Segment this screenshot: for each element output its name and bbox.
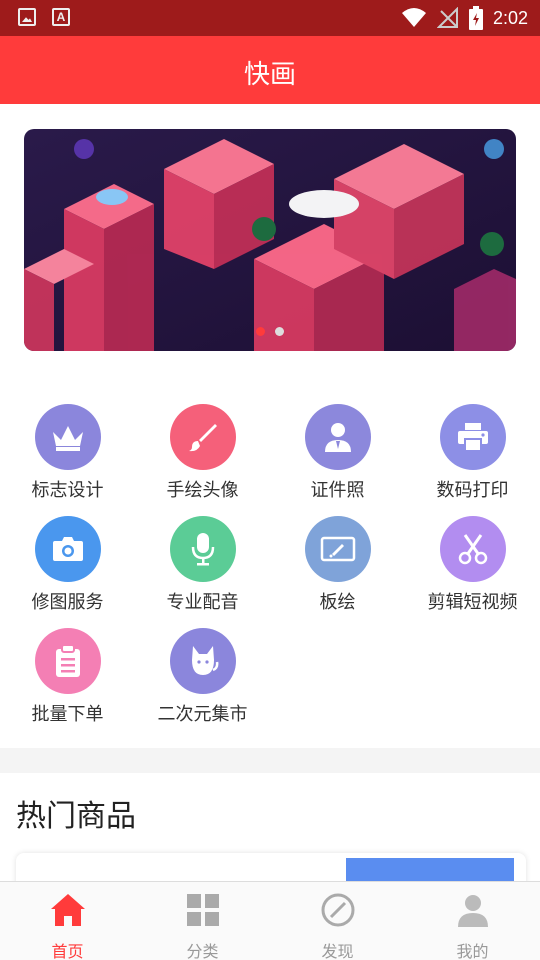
- service-voice-over[interactable]: 专业配音: [135, 516, 270, 626]
- hot-products-section: 热门商品: [0, 773, 540, 893]
- scissors-icon: [458, 534, 487, 565]
- brush-icon: [188, 424, 217, 452]
- nav-label: 首页: [51, 942, 84, 960]
- nav-mine[interactable]: 我的: [405, 892, 540, 960]
- nav-label: 发现: [321, 942, 354, 960]
- service-label: 板绘: [319, 592, 356, 613]
- carousel-indicator: [256, 327, 284, 336]
- banner-carousel[interactable]: [24, 129, 516, 351]
- service-label: 批量下单: [31, 704, 104, 725]
- service-logo-design[interactable]: 标志设计: [0, 404, 135, 514]
- nav-category[interactable]: 分类: [135, 892, 270, 960]
- drawing-tablet-icon: [320, 536, 355, 562]
- no-signal-icon: [436, 7, 458, 28]
- service-label: 手绘头像: [166, 480, 239, 501]
- carousel-dot[interactable]: [275, 327, 284, 336]
- nav-home[interactable]: 首页: [0, 892, 135, 960]
- section-title: 热门商品: [16, 799, 136, 834]
- service-label: 数码打印: [436, 480, 509, 501]
- image-notification-icon: [18, 8, 36, 26]
- wifi-icon: [401, 8, 426, 27]
- person-id-icon: [324, 423, 351, 452]
- carousel-dot-active[interactable]: [256, 327, 265, 336]
- service-label: 标志设计: [31, 480, 104, 501]
- service-label: 剪辑短视频: [427, 592, 518, 613]
- app-bar: 快画: [0, 36, 540, 104]
- compass-icon: [321, 893, 354, 927]
- service-label: 证件照: [310, 480, 365, 501]
- service-acg-market[interactable]: 二次元集市: [135, 628, 270, 738]
- nav-label: 我的: [456, 942, 489, 960]
- grid-icon: [186, 894, 219, 926]
- page-title: 快画: [243, 60, 296, 90]
- service-digital-print[interactable]: 数码打印: [405, 404, 540, 514]
- service-label: 专业配音: [166, 592, 239, 613]
- service-id-photo[interactable]: 证件照: [270, 404, 405, 514]
- service-hand-drawn-avatar[interactable]: 手绘头像: [135, 404, 270, 514]
- battery-icon: [468, 6, 483, 30]
- bottom-nav: 首页 分类 发现 我的: [0, 881, 540, 960]
- service-bulk-order[interactable]: 批量下单: [0, 628, 135, 738]
- service-photo-retouch[interactable]: 修图服务: [0, 516, 135, 626]
- home-icon: [50, 894, 85, 926]
- crown-icon: [52, 426, 83, 451]
- service-tablet-drawing[interactable]: 板绘: [270, 516, 405, 626]
- service-short-video-edit[interactable]: 剪辑短视频: [405, 516, 540, 626]
- user-icon: [457, 895, 488, 927]
- nav-label: 分类: [186, 942, 219, 960]
- cat-icon: [191, 646, 218, 675]
- status-bar: A 2:02: [0, 0, 540, 36]
- nav-discover[interactable]: 发现: [270, 892, 405, 960]
- clock: 2:02: [492, 7, 528, 28]
- camera-icon: [52, 537, 83, 561]
- font-notification-icon: A: [52, 8, 70, 26]
- printer-icon: [457, 423, 488, 452]
- service-label: 二次元集市: [157, 704, 248, 725]
- banner-image: [24, 129, 516, 351]
- main-content: 标志设计 手绘头像 证件照 数码打印 修图服务 专业配音 板绘 剪辑短视频 批量…: [0, 104, 540, 748]
- clipboard-icon: [55, 644, 80, 677]
- service-label: 修图服务: [31, 592, 104, 613]
- microphone-icon: [191, 533, 214, 566]
